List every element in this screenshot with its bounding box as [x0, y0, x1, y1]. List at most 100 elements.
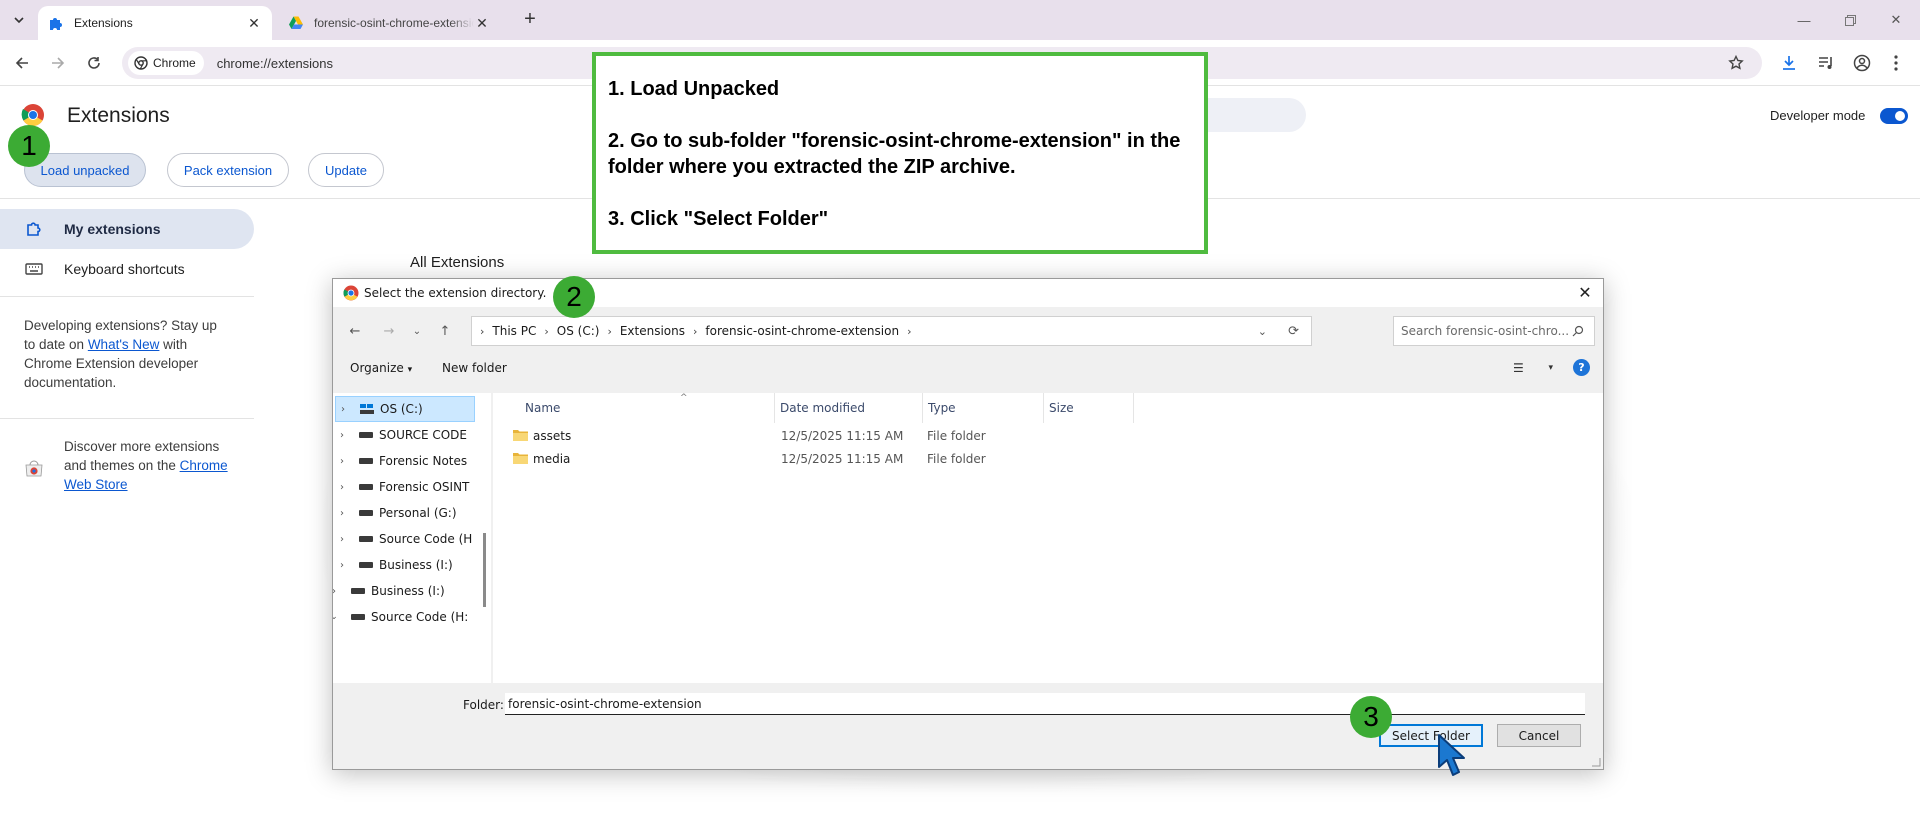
more-menu-icon[interactable]: [1885, 52, 1907, 74]
tree-item-label: Personal (G:): [379, 506, 457, 520]
file-type: File folder: [927, 429, 986, 443]
breadcrumb-this-pc[interactable]: This PC: [492, 324, 536, 338]
chrome-web-store-icon: [25, 460, 43, 477]
sidebar-divider: [0, 296, 254, 297]
dialog-titlebar: Select the extension directory. ✕: [333, 279, 1603, 307]
media-controls-icon[interactable]: [1815, 52, 1837, 74]
expand-chevron-icon[interactable]: ›: [336, 404, 350, 415]
update-button[interactable]: Update: [308, 153, 384, 187]
tab-close-icon[interactable]: ✕: [474, 15, 490, 31]
expand-chevron-icon[interactable]: ›: [335, 482, 349, 493]
new-tab-button[interactable]: +: [519, 9, 541, 31]
download-icon[interactable]: [1778, 52, 1800, 74]
tree-item-source-code-h-root[interactable]: ⌄ Source Code (H:: [333, 604, 485, 630]
site-info-chip[interactable]: Chrome: [128, 51, 204, 75]
tree-item-source-code-h[interactable]: › Source Code (H: [335, 526, 491, 552]
reload-icon[interactable]: [82, 51, 106, 75]
tree-item-label: OS (C:): [380, 402, 423, 416]
expand-chevron-icon[interactable]: ›: [335, 560, 349, 571]
file-type: File folder: [927, 452, 986, 466]
tab-drive[interactable]: forensic-osint-chrome-extension ✕: [278, 6, 500, 40]
column-header-name[interactable]: Name: [525, 401, 560, 415]
tab-search-button[interactable]: [8, 9, 30, 31]
folder-icon: [513, 430, 528, 441]
expand-chevron-icon[interactable]: ›: [335, 508, 349, 519]
organize-label: Organize: [350, 361, 404, 375]
dialog-title: Select the extension directory.: [364, 286, 547, 300]
extension-icon: [22, 217, 46, 241]
dropdown-caret-icon: ▾: [407, 365, 413, 375]
back-arrow-icon[interactable]: [10, 51, 34, 75]
forward-arrow-icon[interactable]: [46, 51, 70, 75]
folder-name-input[interactable]: [505, 693, 1585, 715]
resize-grip-icon[interactable]: [1589, 755, 1601, 767]
google-drive-icon: [288, 15, 304, 31]
sidebar-item-my-extensions[interactable]: My extensions: [0, 209, 254, 249]
close-icon[interactable]: ✕: [1575, 283, 1595, 303]
tree-item-source-code[interactable]: › SOURCE CODE: [335, 422, 491, 448]
tab-extensions[interactable]: Extensions ✕: [38, 6, 272, 40]
chrome-icon: [134, 56, 148, 70]
file-list: ^ Name Date modified Type Size assets 12…: [493, 393, 1603, 683]
profile-avatar-icon[interactable]: [1851, 52, 1873, 74]
recent-locations-chevron-icon[interactable]: ⌄: [407, 321, 427, 341]
tree-item-personal-g[interactable]: › Personal (G:): [335, 500, 491, 526]
tab-title: forensic-osint-chrome-extension: [314, 16, 474, 30]
organize-menu[interactable]: Organize ▾: [350, 361, 412, 375]
file-date: 12/5/2025 11:15 AM: [781, 452, 904, 466]
refresh-icon[interactable]: ⟳: [1288, 324, 1299, 339]
address-dropdown-icon[interactable]: ⌄: [1258, 325, 1267, 338]
breadcrumb-os-c[interactable]: OS (C:): [557, 324, 600, 338]
cancel-button[interactable]: Cancel: [1497, 724, 1581, 747]
tree-item-forensic-osint[interactable]: › Forensic OSINT: [335, 474, 491, 500]
file-row-assets[interactable]: assets 12/5/2025 11:15 AM File folder: [513, 425, 1113, 447]
tree-item-label: Business (I:): [371, 584, 445, 598]
tab-strip: Extensions ✕ forensic-osint-chrome-exten…: [0, 0, 1920, 40]
file-name: assets: [533, 429, 572, 443]
pack-extension-button[interactable]: Pack extension: [167, 153, 289, 187]
help-icon[interactable]: ?: [1573, 359, 1590, 376]
breadcrumb-current-folder[interactable]: forensic-osint-chrome-extension: [705, 324, 899, 338]
tree-item-business-i-root[interactable]: › Business (I:): [333, 578, 485, 604]
minimize-icon[interactable]: —: [1792, 8, 1816, 32]
tab-close-icon[interactable]: ✕: [246, 15, 262, 31]
bookmark-star-icon[interactable]: [1726, 53, 1746, 73]
sidebar-item-label: Keyboard shortcuts: [64, 261, 185, 277]
tree-item-forensic-notes[interactable]: › Forensic Notes: [335, 448, 491, 474]
breadcrumb-separator-icon: ›: [480, 324, 485, 338]
dialog-address-bar[interactable]: › This PC › OS (C:) › Extensions › foren…: [471, 316, 1312, 346]
expand-chevron-icon[interactable]: ›: [335, 456, 349, 467]
close-window-icon[interactable]: ✕: [1884, 8, 1908, 32]
developer-mode-toggle[interactable]: [1880, 108, 1908, 124]
breadcrumb-extensions[interactable]: Extensions: [620, 324, 685, 338]
drive-icon: [359, 484, 373, 490]
expand-chevron-icon[interactable]: ›: [335, 430, 349, 441]
whats-new-link[interactable]: What's New: [88, 337, 160, 352]
tree-item-label: Forensic OSINT: [379, 480, 470, 494]
navigation-pane-scrollbar[interactable]: [483, 533, 486, 607]
drive-icon: [351, 588, 365, 594]
back-arrow-icon[interactable]: ←: [345, 321, 365, 341]
dev-info-text: Developing extensions? Stay up to date o…: [24, 316, 224, 392]
view-options-button[interactable]: ☰ ▾: [1513, 359, 1553, 377]
forward-arrow-icon[interactable]: →: [379, 321, 399, 341]
drive-icon: [360, 404, 374, 414]
sidebar-item-keyboard-shortcuts[interactable]: Keyboard shortcuts: [0, 249, 254, 289]
expand-chevron-icon[interactable]: ›: [333, 586, 341, 597]
instruction-step-1: 1. Load Unpacked: [608, 78, 780, 100]
tab-title: Extensions: [74, 16, 133, 30]
column-header-size[interactable]: Size: [1049, 401, 1074, 415]
file-row-media[interactable]: media 12/5/2025 11:15 AM File folder: [513, 448, 1113, 470]
collapse-chevron-icon[interactable]: ⌄: [333, 612, 341, 622]
tree-item-os-c[interactable]: › OS (C:): [335, 396, 475, 422]
new-folder-button[interactable]: New folder: [442, 361, 507, 375]
expand-chevron-icon[interactable]: ›: [335, 534, 349, 545]
up-arrow-icon[interactable]: ↑: [435, 321, 455, 341]
column-header-date-modified[interactable]: Date modified: [780, 401, 865, 415]
column-header-type[interactable]: Type: [928, 401, 956, 415]
restore-icon[interactable]: [1838, 8, 1862, 32]
dialog-search-input[interactable]: Search forensic-osint-chro...: [1393, 316, 1595, 346]
tree-item-business-i[interactable]: › Business (I:): [335, 552, 491, 578]
drive-icon: [359, 562, 373, 568]
url-text[interactable]: chrome://extensions: [217, 56, 333, 71]
